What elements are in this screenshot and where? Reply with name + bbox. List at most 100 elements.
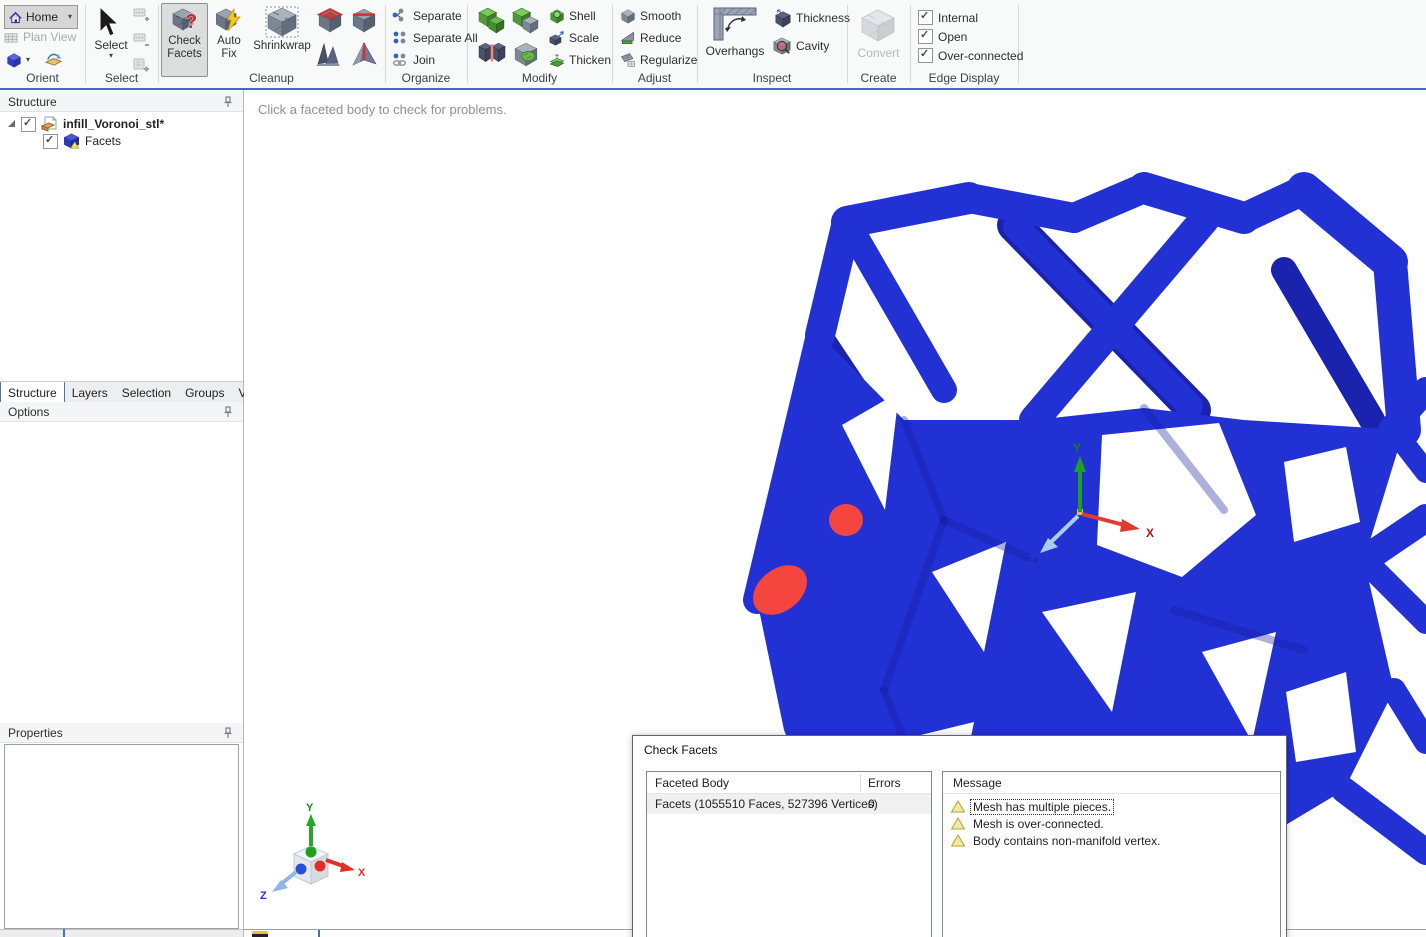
join-icon (392, 53, 407, 66)
canvas-bottom-divider (318, 930, 320, 937)
select-cursor-icon[interactable] (96, 6, 122, 38)
auto-fix-button[interactable]: Auto Fix (208, 3, 250, 77)
check-facets-label: Check Facets (167, 35, 202, 61)
home-button[interactable]: Home (4, 5, 72, 29)
select-button[interactable]: Select ▾ (90, 38, 132, 60)
edge-internal-checkbox[interactable]: Internal (918, 9, 979, 25)
faceted-body-list[interactable]: Faceted Body Errors Facets (1055510 Face… (646, 771, 932, 937)
tree-root-row[interactable]: infill_Voronoi_stl* (8, 116, 164, 132)
join-label: Join (413, 52, 436, 67)
model-canvas[interactable]: Click a faceted body to check for proble… (244, 90, 1426, 937)
left-bottom-strip (0, 929, 243, 937)
faceted-body-row[interactable]: Facets (1055510 Faces, 527396 Vertices) … (647, 794, 931, 814)
orient-cube-button[interactable]: ▾ (6, 52, 30, 68)
message-list[interactable]: Message Mesh has multiple pieces. Mesh i… (942, 771, 1281, 937)
stitch-edge-icon[interactable] (350, 6, 378, 34)
plan-view-label: Plan View (23, 30, 77, 44)
patch-facets-icon[interactable] (512, 40, 540, 68)
edge-over-connected-checkbox[interactable]: Over-connected (918, 47, 1023, 63)
shell-button[interactable]: Shell (549, 8, 596, 24)
message-text: Mesh is over-connected. (973, 816, 1104, 831)
tree-facets-checkbox[interactable] (43, 133, 58, 149)
message-list-header: Message (943, 772, 1280, 794)
auto-fix-icon (216, 7, 241, 32)
tree-expander-icon[interactable] (8, 120, 16, 128)
left-dock-panel: Structure infill_Voronoi_stl* (0, 90, 270, 937)
group-label-edge-display: Edge Display (928, 71, 1000, 85)
separate-button[interactable]: Separate (392, 8, 462, 23)
tab-structure[interactable]: Structure (0, 382, 65, 403)
warning-icon (951, 834, 965, 847)
edge-open-label: Open (938, 29, 968, 44)
origin-x-label: X (1146, 526, 1154, 540)
group-label-organize: Organize (401, 71, 451, 85)
faceted-body-column-label: Faceted Body (655, 775, 730, 790)
warning-icon (951, 800, 965, 813)
edge-open-checkbox[interactable]: Open (918, 28, 968, 44)
check-facets-button[interactable]: ? Check Facets (161, 3, 208, 77)
tab-layers[interactable]: Layers (65, 382, 115, 403)
regularize-button[interactable]: Regularize (620, 52, 697, 68)
edge-internal-label: Internal (938, 10, 979, 25)
merge-facets-icon[interactable] (478, 6, 506, 34)
orient-cube-dropdown[interactable]: ▾ (26, 56, 30, 64)
cavity-icon (773, 37, 791, 55)
insert-facets-icon[interactable] (512, 6, 540, 34)
pin-icon[interactable] (223, 96, 233, 108)
properties-pane-header: Properties (0, 723, 243, 743)
convert-label[interactable]: Convert (847, 46, 910, 60)
select-remove-icon[interactable] (133, 33, 150, 50)
view-orientation-triad[interactable]: Y X Z (256, 802, 366, 902)
join-button[interactable]: Join (392, 52, 435, 67)
split-body-icon[interactable] (478, 40, 506, 68)
tree-facets-row[interactable]: Facets (43, 133, 121, 149)
spike-removal-icon[interactable] (314, 40, 344, 68)
message-item[interactable]: Mesh is over-connected. (943, 815, 1280, 832)
thickness-button[interactable]: Thickness (774, 8, 850, 28)
facets-body-icon (63, 133, 80, 149)
dialog-title: Check Facets (644, 743, 718, 757)
cavity-button[interactable]: Cavity (772, 36, 829, 56)
group-label-modify: Modify (521, 71, 558, 85)
tree-root-checkbox[interactable] (21, 116, 36, 132)
tab-selection[interactable]: Selection (115, 382, 178, 403)
shrinkwrap-button[interactable]: Shrinkwrap (250, 3, 314, 77)
sharp-edge-icon[interactable] (350, 40, 380, 68)
checkbox-internal (918, 9, 933, 25)
message-item[interactable]: Body contains non-manifold vertex. (943, 832, 1280, 849)
triad-x-label: X (358, 867, 366, 879)
plan-view-button[interactable]: Plan View (4, 30, 76, 44)
smooth-label: Smooth (640, 9, 682, 23)
thicken-button[interactable]: Thicken (549, 52, 611, 68)
separate-all-button[interactable]: Separate All (392, 30, 478, 45)
checkbox-over-connected (918, 47, 933, 63)
scale-button[interactable]: Scale (549, 30, 599, 46)
tab-groups[interactable]: Groups (178, 382, 231, 403)
scale-icon (549, 31, 564, 46)
properties-content-box (4, 744, 239, 929)
overhangs-icon[interactable] (712, 6, 760, 42)
thicken-icon (549, 54, 565, 67)
group-label-orient: Orient (26, 71, 59, 85)
home-dropdown[interactable]: ▾ (63, 5, 78, 29)
ribbon-divider (1018, 5, 1019, 83)
sketch-view-button[interactable] (44, 51, 63, 68)
faceted-body-value: Facets (1055510 Faces, 527396 Vertices) (655, 797, 878, 811)
message-item[interactable]: Mesh has multiple pieces. (943, 798, 1280, 815)
convert-icon[interactable] (860, 8, 896, 42)
select-add-icon[interactable] (133, 8, 150, 25)
smooth-button[interactable]: Smooth (620, 8, 681, 24)
clipped-panel-icon (252, 931, 268, 937)
cube-3d-icon (7, 53, 21, 68)
select-button-label: Select (94, 38, 128, 52)
column-divider (860, 774, 861, 791)
reduce-button[interactable]: Reduce (620, 30, 681, 46)
overhangs-label[interactable]: Overhangs (700, 44, 770, 58)
pin-icon[interactable] (223, 406, 233, 418)
check-facets-dialog[interactable]: Check Facets Faceted Body Errors Facets … (632, 735, 1287, 937)
pin-icon[interactable] (223, 727, 233, 739)
faceted-body-list-header: Faceted Body Errors (647, 772, 931, 794)
fill-hole-icon[interactable] (316, 6, 344, 34)
home-icon (9, 11, 22, 23)
left-bottom-strip-divider (63, 929, 65, 937)
